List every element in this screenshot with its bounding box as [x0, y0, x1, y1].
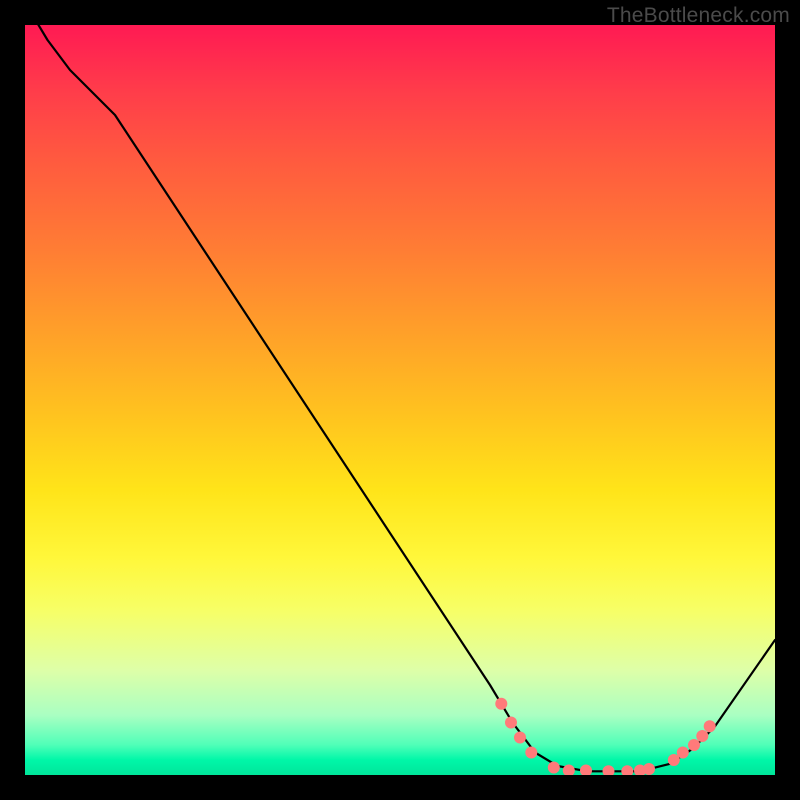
data-dot — [603, 765, 615, 775]
data-dot — [634, 765, 646, 776]
data-dot — [495, 698, 507, 710]
chart-svg — [25, 25, 775, 775]
data-dot — [563, 765, 575, 776]
data-dot — [580, 765, 592, 776]
chart-stage: TheBottleneck.com — [0, 0, 800, 800]
curve-line — [25, 25, 775, 771]
data-dot — [668, 754, 680, 766]
data-dot — [514, 732, 526, 744]
data-dot — [505, 717, 517, 729]
data-dot — [696, 730, 708, 742]
data-dot — [677, 747, 689, 759]
data-dot — [688, 739, 700, 751]
data-dots — [495, 698, 715, 775]
data-dot — [525, 747, 537, 759]
data-dot — [643, 763, 655, 775]
data-dot — [704, 720, 716, 732]
data-dot — [548, 762, 560, 774]
data-dot — [621, 765, 633, 775]
plot-area — [25, 25, 775, 775]
